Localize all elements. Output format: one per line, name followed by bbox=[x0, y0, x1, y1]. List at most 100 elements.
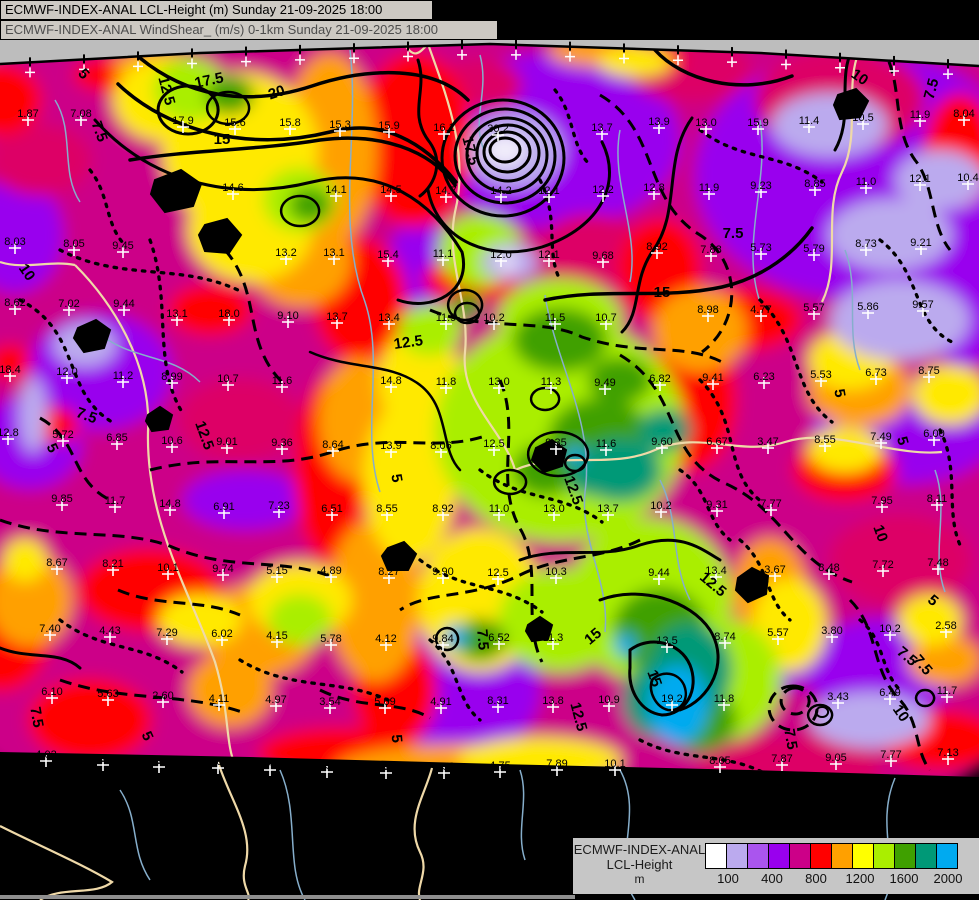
grid-value: 13.0 bbox=[488, 376, 509, 388]
grid-value: 4.12 bbox=[375, 633, 396, 645]
grid-value: 11.9 bbox=[910, 109, 931, 121]
legend-swatch bbox=[936, 843, 958, 869]
grid-value: 8.98 bbox=[697, 304, 718, 316]
grid-value: 11.3 bbox=[541, 376, 562, 388]
grid-value: 13.7 bbox=[591, 122, 612, 134]
grid-value: 10.2 bbox=[650, 500, 671, 512]
grid-value: 11.7 bbox=[105, 495, 126, 507]
grid-value: 14.6 bbox=[222, 182, 243, 194]
grid-value: 11.4 bbox=[799, 115, 820, 127]
legend-tick-label: 100 bbox=[717, 871, 739, 886]
grid-value: 15.8 bbox=[279, 117, 300, 129]
grid-value: 5.72 bbox=[52, 429, 73, 441]
grid-value: 9.45 bbox=[112, 240, 133, 252]
grid-value: 7.77 bbox=[880, 749, 901, 761]
grid-value: 12.0 bbox=[56, 366, 77, 378]
grid-value: 5.53 bbox=[810, 369, 831, 381]
grid-value: 5.73 bbox=[750, 242, 771, 254]
grid-value: 11.7 bbox=[937, 685, 958, 697]
grid-value: 8.03 bbox=[4, 236, 25, 248]
grid-value: 6.00 bbox=[923, 428, 944, 440]
grid-value: 6.23 bbox=[753, 371, 774, 383]
grid-value: 10.7 bbox=[217, 373, 238, 385]
grid-value: 6.73 bbox=[865, 367, 886, 379]
grid-value: 9.35 bbox=[545, 437, 566, 449]
grid-value: 7.49 bbox=[870, 431, 891, 443]
contour-label: 15 bbox=[214, 131, 231, 148]
grid-value: 18.0 bbox=[218, 308, 239, 320]
grid-value: 4.97 bbox=[265, 694, 286, 706]
grid-value: 5.15 bbox=[266, 565, 287, 577]
legend-model: ECMWF-INDEX-ANAL bbox=[573, 842, 706, 857]
contour-label: 7.5 bbox=[780, 727, 800, 750]
grid-value: 6.02 bbox=[211, 628, 232, 640]
grid-value: 5.57 bbox=[803, 302, 824, 314]
legend-swatch bbox=[873, 843, 895, 869]
grid-value: 4.91 bbox=[430, 696, 451, 708]
grid-value: 7.13 bbox=[937, 747, 958, 759]
grid-value: 11.6 bbox=[272, 375, 293, 387]
grid-value: 9.05 bbox=[825, 752, 846, 764]
legend-tick-label: 1600 bbox=[889, 871, 919, 886]
grid-value: 30.2 bbox=[487, 123, 508, 135]
grid-value: 8.55 bbox=[376, 503, 397, 515]
grid-value: 3.54 bbox=[319, 696, 340, 708]
grid-value: 5.57 bbox=[767, 627, 788, 639]
legend-swatch bbox=[768, 843, 790, 869]
grid-value: 8.27 bbox=[378, 566, 399, 578]
grid-value: 10.2 bbox=[879, 623, 900, 635]
grid-value: 9.57 bbox=[912, 299, 933, 311]
grid-value: 4.75 bbox=[489, 760, 510, 772]
grid-value: 3.80 bbox=[821, 625, 842, 637]
grid-value: 9.36 bbox=[271, 437, 292, 449]
grid-value: 2.45 bbox=[259, 758, 280, 770]
legend-swatch bbox=[705, 843, 727, 869]
grid-value: 13.7 bbox=[326, 311, 347, 323]
grid-value: 9.49 bbox=[594, 377, 615, 389]
grid-value: 10.2 bbox=[483, 312, 504, 324]
grid-value: 11.9 bbox=[436, 312, 457, 324]
grid-value: 5.79 bbox=[803, 243, 824, 255]
grid-value: 8.06 bbox=[430, 440, 451, 452]
grid-value: 13.4 bbox=[378, 312, 399, 324]
grid-value: 13.0 bbox=[695, 117, 716, 129]
grid-value: 6.49 bbox=[879, 687, 900, 699]
grid-value: 7.77 bbox=[760, 498, 781, 510]
grid-value: 10.4 bbox=[957, 172, 978, 184]
grid-value: 11.0 bbox=[856, 176, 877, 188]
grid-value: 6.85 bbox=[106, 432, 127, 444]
grid-value: 8.11 bbox=[927, 493, 948, 505]
grid-value: 11.6 bbox=[596, 438, 617, 450]
grid-value: 13.7 bbox=[597, 503, 618, 515]
title-lcl-text: ECMWF-INDEX-ANAL LCL-Height (m) Sunday 2… bbox=[5, 2, 383, 17]
contour-label: 5 bbox=[388, 734, 406, 744]
legend-swatch bbox=[852, 843, 874, 869]
grid-value: 11.0 bbox=[489, 503, 510, 515]
legend-tick-labels: 100 400 800 1200 1600 2000 bbox=[573, 871, 979, 891]
grid-value: 14.8 bbox=[159, 498, 180, 510]
legend-swatch bbox=[831, 843, 853, 869]
grid-value: 8.48 bbox=[818, 562, 839, 574]
legend-tick-label: 400 bbox=[761, 871, 783, 886]
grid-value: 17.9 bbox=[172, 115, 193, 127]
grid-value: 2.52 bbox=[316, 760, 337, 772]
grid-value: 9.74 bbox=[212, 563, 233, 575]
grid-value: 9.44 bbox=[113, 298, 134, 310]
grid-value: 12.1 bbox=[538, 185, 559, 197]
grid-value: 8.31 bbox=[487, 695, 508, 707]
grid-value: 3.24 bbox=[375, 761, 396, 773]
grid-value: 8.73 bbox=[855, 238, 876, 250]
grid-value: 14.8 bbox=[380, 375, 401, 387]
grid-value: 12.0 bbox=[490, 249, 511, 261]
grid-value: 8.21 bbox=[102, 558, 123, 570]
grid-value: 15.6 bbox=[224, 117, 245, 129]
grid-value: 7.48 bbox=[927, 557, 948, 569]
grid-value: 9.84 bbox=[432, 633, 453, 645]
grid-value: 12.1 bbox=[538, 249, 559, 261]
grid-value: 16.1 bbox=[433, 122, 454, 134]
grid-value: 3.67 bbox=[764, 564, 785, 576]
contour-label: 15 bbox=[654, 284, 671, 301]
legend-swatch bbox=[726, 843, 748, 869]
legend-tick-label: 1200 bbox=[845, 871, 875, 886]
grid-value: 9.21 bbox=[910, 237, 931, 249]
